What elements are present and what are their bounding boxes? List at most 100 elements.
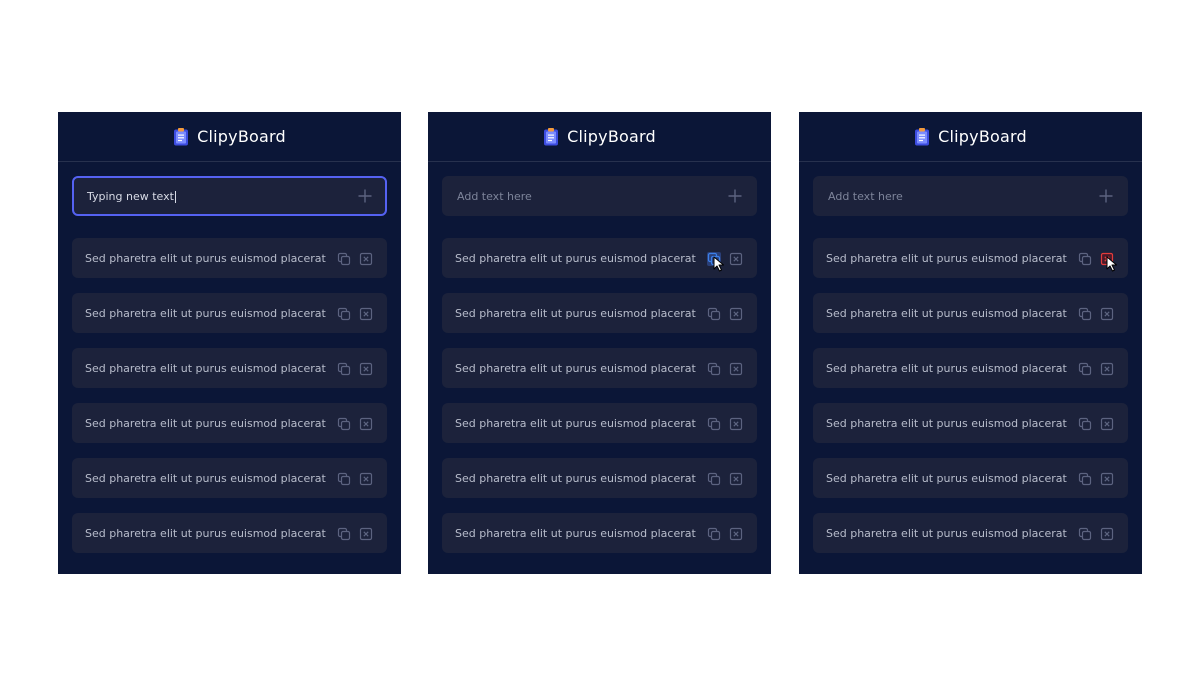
clip-item[interactable]: Sed pharetra elit ut purus euismod place… (72, 238, 387, 278)
clip-item[interactable]: Sed pharetra elit ut purus euismod place… (72, 348, 387, 388)
delete-icon[interactable] (359, 252, 373, 266)
delete-icon[interactable] (729, 417, 743, 431)
plus-icon[interactable] (1099, 189, 1113, 203)
clip-item[interactable]: Sed pharetra elit ut purus euismod place… (813, 458, 1128, 498)
delete-icon[interactable] (1100, 252, 1114, 266)
clip-item[interactable]: Sed pharetra elit ut purus euismod place… (813, 293, 1128, 333)
clip-item[interactable]: Sed pharetra elit ut purus euismod place… (442, 458, 757, 498)
copy-icon[interactable] (337, 472, 351, 486)
copy-icon[interactable] (337, 362, 351, 376)
delete-icon[interactable] (359, 307, 373, 321)
delete-icon[interactable] (729, 362, 743, 376)
delete-icon[interactable] (1100, 472, 1114, 486)
delete-icon[interactable] (1100, 362, 1114, 376)
copy-button[interactable] (1078, 526, 1092, 541)
plus-icon[interactable] (358, 189, 372, 203)
clip-item[interactable]: Sed pharetra elit ut purus euismod place… (442, 293, 757, 333)
input-placeholder[interactable]: Add text here (457, 190, 728, 203)
input-placeholder[interactable]: Add text here (828, 190, 1099, 203)
delete-button[interactable] (359, 526, 373, 541)
delete-icon[interactable] (729, 527, 743, 541)
clip-item[interactable]: Sed pharetra elit ut purus euismod place… (72, 513, 387, 553)
copy-icon[interactable] (337, 527, 351, 541)
clip-item[interactable]: Sed pharetra elit ut purus euismod place… (72, 293, 387, 333)
delete-icon[interactable] (729, 472, 743, 486)
copy-button[interactable] (337, 306, 351, 321)
copy-icon[interactable] (1078, 472, 1092, 486)
copy-button[interactable] (1078, 471, 1092, 486)
delete-button[interactable] (729, 471, 743, 486)
copy-button[interactable] (707, 306, 721, 321)
copy-button[interactable] (337, 361, 351, 376)
clip-item[interactable]: Sed pharetra elit ut purus euismod place… (442, 403, 757, 443)
copy-icon[interactable] (337, 307, 351, 321)
copy-button[interactable] (707, 526, 721, 541)
delete-button[interactable] (1100, 361, 1114, 376)
clip-item[interactable]: Sed pharetra elit ut purus euismod place… (442, 348, 757, 388)
copy-button[interactable] (1078, 416, 1092, 431)
copy-icon[interactable] (707, 252, 721, 266)
delete-button[interactable] (729, 306, 743, 321)
delete-button[interactable] (729, 361, 743, 376)
clip-item[interactable]: Sed pharetra elit ut purus euismod place… (813, 348, 1128, 388)
clip-item[interactable]: Sed pharetra elit ut purus euismod place… (442, 238, 757, 278)
copy-button[interactable] (707, 361, 721, 376)
clip-item[interactable]: Sed pharetra elit ut purus euismod place… (813, 403, 1128, 443)
delete-icon[interactable] (359, 527, 373, 541)
clip-item[interactable]: Sed pharetra elit ut purus euismod place… (72, 458, 387, 498)
delete-button[interactable] (1100, 416, 1114, 431)
copy-button[interactable] (337, 526, 351, 541)
copy-button[interactable] (707, 416, 721, 431)
copy-icon[interactable] (1078, 252, 1092, 266)
delete-button[interactable] (729, 251, 743, 266)
clip-item[interactable]: Sed pharetra elit ut purus euismod place… (813, 238, 1128, 278)
copy-icon[interactable] (337, 252, 351, 266)
copy-button[interactable] (1078, 306, 1092, 321)
clip-item[interactable]: Sed pharetra elit ut purus euismod place… (72, 403, 387, 443)
delete-button[interactable] (729, 526, 743, 541)
clip-item[interactable]: Sed pharetra elit ut purus euismod place… (442, 513, 757, 553)
copy-button[interactable] (1078, 251, 1092, 266)
copy-button[interactable] (707, 251, 724, 272)
add-text-input[interactable]: Add text here (813, 176, 1128, 216)
copy-button[interactable] (707, 471, 721, 486)
copy-icon[interactable] (1078, 307, 1092, 321)
delete-button[interactable] (1100, 251, 1117, 272)
delete-icon[interactable] (1100, 417, 1114, 431)
delete-icon[interactable] (359, 472, 373, 486)
copy-icon[interactable] (707, 527, 721, 541)
delete-button[interactable] (729, 416, 743, 431)
copy-button[interactable] (337, 416, 351, 431)
copy-icon[interactable] (1078, 362, 1092, 376)
delete-button[interactable] (359, 361, 373, 376)
copy-icon[interactable] (707, 362, 721, 376)
delete-button[interactable] (1100, 526, 1114, 541)
clip-item-text: Sed pharetra elit ut purus euismod place… (826, 251, 1067, 265)
copy-icon[interactable] (1078, 417, 1092, 431)
clip-item[interactable]: Sed pharetra elit ut purus euismod place… (813, 513, 1128, 553)
delete-icon[interactable] (359, 362, 373, 376)
copy-button[interactable] (337, 471, 351, 486)
delete-icon[interactable] (359, 417, 373, 431)
delete-button[interactable] (359, 471, 373, 486)
input-value[interactable]: Typing new text (87, 190, 358, 203)
delete-button[interactable] (1100, 471, 1114, 486)
copy-icon[interactable] (337, 417, 351, 431)
copy-icon[interactable] (707, 417, 721, 431)
copy-icon[interactable] (1078, 527, 1092, 541)
delete-button[interactable] (359, 416, 373, 431)
copy-button[interactable] (1078, 361, 1092, 376)
delete-icon[interactable] (729, 252, 743, 266)
delete-button[interactable] (359, 306, 373, 321)
add-text-input[interactable]: Add text here (442, 176, 757, 216)
delete-button[interactable] (359, 251, 373, 266)
delete-icon[interactable] (1100, 527, 1114, 541)
copy-icon[interactable] (707, 472, 721, 486)
delete-icon[interactable] (1100, 307, 1114, 321)
delete-button[interactable] (1100, 306, 1114, 321)
copy-icon[interactable] (707, 307, 721, 321)
delete-icon[interactable] (729, 307, 743, 321)
plus-icon[interactable] (728, 189, 742, 203)
copy-button[interactable] (337, 251, 351, 266)
add-text-input[interactable]: Typing new text (72, 176, 387, 216)
